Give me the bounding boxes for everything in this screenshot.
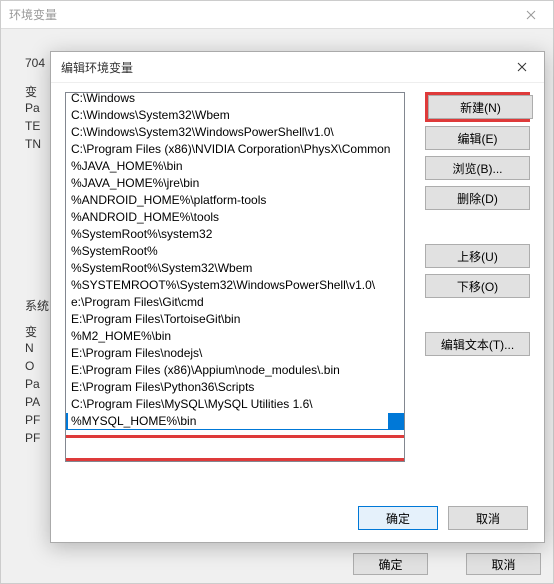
path-entry[interactable]: C:\Windows [66, 92, 404, 107]
frag: N [25, 341, 53, 357]
outer-close-button[interactable] [508, 1, 553, 29]
frag: PF [25, 413, 53, 429]
path-entry[interactable]: e:\Program Files\Git\cmd [66, 294, 404, 311]
outer-var-header: 变 [25, 83, 37, 100]
path-entry[interactable]: %SYSTEMROOT%\System32\WindowsPowerShell\… [66, 277, 404, 294]
delete-button[interactable]: 删除(D) [425, 186, 530, 210]
dialog-body: C:\WindowsC:\Windows\System32\WbemC:\Win… [65, 92, 530, 497]
path-listbox[interactable]: C:\WindowsC:\Windows\System32\WbemC:\Win… [65, 92, 405, 462]
highlight-new-button: 新建(N) [425, 92, 530, 122]
path-edit-input[interactable] [68, 413, 388, 429]
path-entry[interactable]: C:\Program Files\MySQL\MySQL Utilities 1… [66, 396, 404, 413]
frag: PA [25, 395, 53, 411]
dialog-ok-button[interactable]: 确定 [358, 506, 438, 530]
path-entry[interactable]: %ANDROID_HOME%\tools [66, 209, 404, 226]
path-entry[interactable]: C:\Windows\System32\Wbem [66, 107, 404, 124]
edit-text-button[interactable]: 编辑文本(T)... [425, 332, 530, 356]
path-entry[interactable]: %SystemRoot%\System32\Wbem [66, 260, 404, 277]
move-down-button[interactable]: 下移(O) [425, 274, 530, 298]
outer-title: 环境变量 [9, 6, 57, 23]
frag: Pa [25, 377, 53, 393]
dialog-title: 编辑环境变量 [61, 59, 133, 76]
outer-ok-button[interactable]: 确定 [353, 553, 428, 575]
frag: Pa [25, 101, 53, 117]
browse-button[interactable]: 浏览(B)... [425, 156, 530, 180]
frag: TE [25, 119, 53, 135]
outer-title-bar: 环境变量 [1, 1, 553, 29]
outer-button-row: 确定 取消 [353, 553, 541, 575]
path-entry[interactable]: E:\Program Files (x86)\Appium\node_modul… [66, 362, 404, 379]
side-buttons: 新建(N) 编辑(E) 浏览(B)... 删除(D) 上移(U) 下移(O) 编… [425, 92, 530, 362]
path-entry-editing[interactable] [66, 413, 404, 430]
dialog-close-button[interactable] [499, 52, 544, 82]
dialog-title-bar: 编辑环境变量 [51, 52, 544, 83]
frag: PF [25, 431, 53, 447]
frag: 变 [25, 323, 53, 339]
frag: O [25, 359, 53, 375]
path-entry[interactable]: E:\Program Files\TortoiseGit\bin [66, 311, 404, 328]
path-entry[interactable]: %JAVA_HOME%\bin [66, 158, 404, 175]
outer-user-rows: Pa TE TN [25, 101, 53, 155]
path-entry[interactable]: %ANDROID_HOME%\platform-tools [66, 192, 404, 209]
path-entry[interactable]: %SystemRoot%\system32 [66, 226, 404, 243]
dialog-cancel-button[interactable]: 取消 [448, 506, 528, 530]
highlight-editing-row [65, 435, 405, 461]
dialog-button-row: 确定 取消 [358, 506, 528, 530]
new-button[interactable]: 新建(N) [428, 95, 533, 119]
outer-sys-rows: 变 N O Pa PA PF PF [25, 323, 53, 449]
outer-system-label: 系统 [25, 297, 49, 314]
path-entry[interactable]: C:\Program Files (x86)\NVIDIA Corporatio… [66, 141, 404, 158]
path-entry[interactable]: %JAVA_HOME%\jre\bin [66, 175, 404, 192]
frag: TN [25, 137, 53, 153]
outer-cancel-button[interactable]: 取消 [466, 553, 541, 575]
path-entry[interactable]: E:\Program Files\Python36\Scripts [66, 379, 404, 396]
path-entry[interactable]: E:\Program Files\nodejs\ [66, 345, 404, 362]
edit-env-var-dialog: 编辑环境变量 C:\WindowsC:\Windows\System32\Wbe… [50, 51, 545, 543]
path-entry[interactable]: C:\Windows\System32\WindowsPowerShell\v1… [66, 124, 404, 141]
path-entry[interactable]: %M2_HOME%\bin [66, 328, 404, 345]
edit-button[interactable]: 编辑(E) [425, 126, 530, 150]
outer-num-fragment: 704 [25, 56, 45, 70]
path-entry[interactable]: %SystemRoot% [66, 243, 404, 260]
move-up-button[interactable]: 上移(U) [425, 244, 530, 268]
